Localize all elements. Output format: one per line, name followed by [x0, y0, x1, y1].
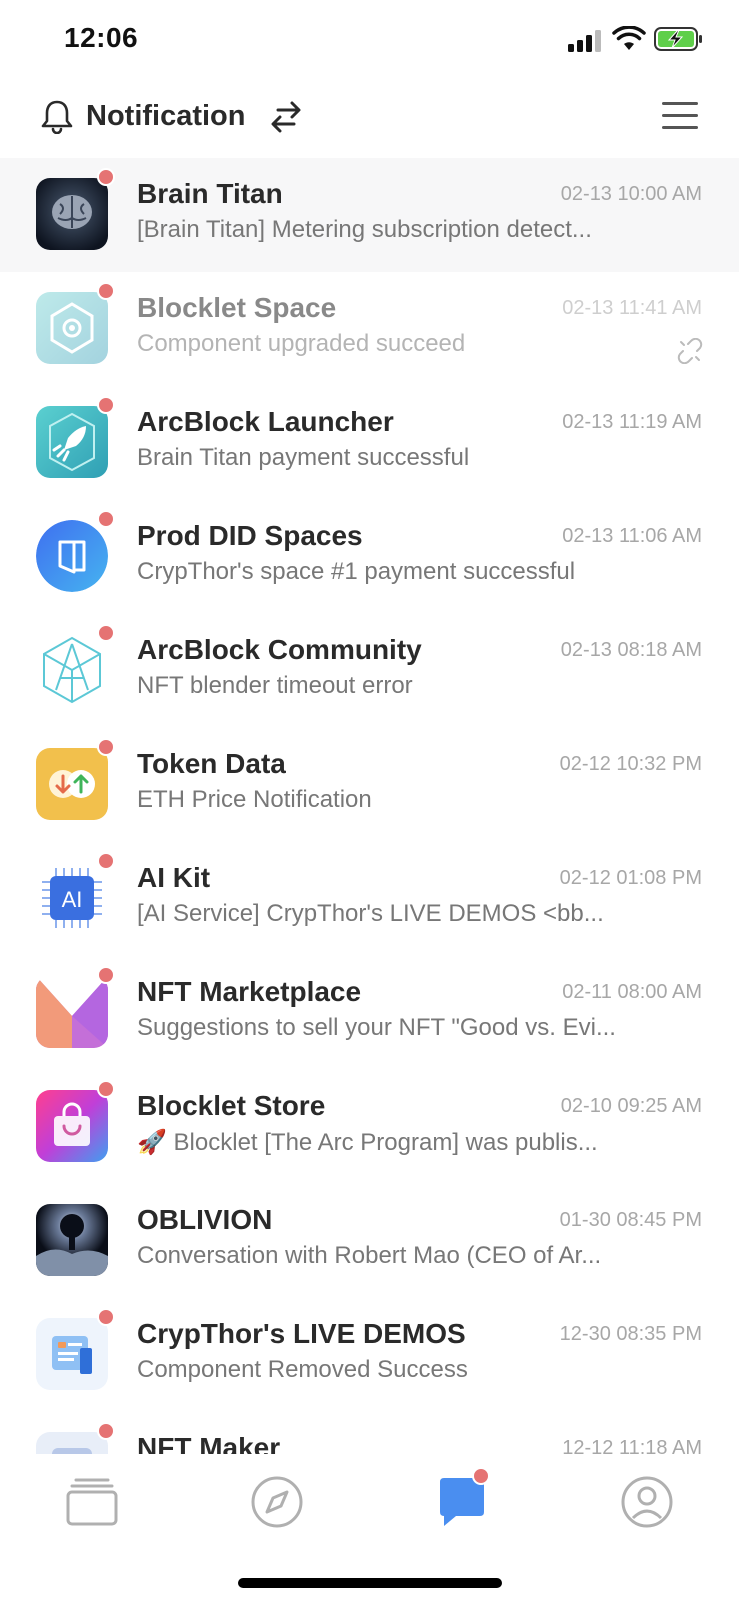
unread-dot [97, 396, 115, 414]
notification-list[interactable]: Brain Titan 02-13 10:00 AM [Brain Titan]… [0, 158, 739, 1454]
unread-dot [97, 510, 115, 528]
status-time: 12:06 [64, 22, 139, 53]
ai-chip-icon: AI [36, 862, 108, 934]
notification-preview: Suggestions to sell your NFT "Good vs. E… [137, 1014, 616, 1041]
unread-dot [97, 624, 115, 642]
hexagon-gear-icon [36, 292, 108, 364]
notification-time: 12-12 11:18 AM [562, 1437, 702, 1454]
notification-sender: OBLIVION [137, 1204, 273, 1235]
notification-time: 02-13 11:41 AM [562, 297, 702, 319]
home-indicator[interactable] [238, 1578, 502, 1588]
notification-time: 02-12 01:08 PM [559, 867, 702, 889]
notification-time: 02-13 11:06 AM [562, 525, 702, 547]
notification-preview: ETH Price Notification [137, 786, 372, 813]
arcblock-logo-icon [36, 634, 108, 706]
notification-row[interactable]: ArcBlock Community 02-13 08:18 AM NFT bl… [0, 614, 739, 728]
unread-dot [97, 1422, 115, 1440]
unread-dot [97, 282, 115, 300]
notification-sender: ArcBlock Launcher [137, 406, 394, 437]
swap-arrows-icon[interactable] [268, 98, 304, 134]
cellular-signal-icon [568, 30, 601, 52]
notification-preview: [AI Service] CrypThor's LIVE DEMOS <bb..… [137, 900, 604, 927]
notification-row[interactable]: Brain Titan 02-13 10:00 AM [Brain Titan]… [0, 158, 739, 272]
unread-dot [97, 738, 115, 756]
notification-row[interactable]: Token Data 02-12 10:32 PM ETH Price Noti… [0, 728, 739, 842]
notification-preview: Brain Titan payment successful [137, 444, 470, 471]
notification-sender: NFT Marketplace [137, 976, 362, 1007]
brain-icon [36, 178, 108, 250]
notification-preview: CrypThor's space #1 payment successful [137, 558, 576, 585]
battery-charging-icon [654, 27, 702, 51]
notification-preview: Component Removed Success [137, 1356, 468, 1383]
did-spaces-icon [36, 520, 108, 592]
notification-sender: NFT Maker [137, 1432, 281, 1454]
menu-icon[interactable] [660, 98, 700, 134]
notification-preview: 🚀 Blocklet [The Arc Program] was publis.… [137, 1129, 598, 1156]
notification-row[interactable]: NFT Maker 12-12 11:18 AM [0, 1412, 739, 1454]
notification-row[interactable]: Prod DID Spaces 02-13 11:06 AM CrypThor'… [0, 500, 739, 614]
bell-icon [41, 100, 73, 134]
notification-row[interactable]: CrypThor's LIVE DEMOS 12-30 08:35 PM Com… [0, 1298, 739, 1412]
notification-time: 01-30 08:45 PM [559, 1209, 702, 1231]
notification-sender: Prod DID Spaces [137, 520, 363, 551]
notification-row[interactable]: NFT Marketplace 02-11 08:00 AM Suggestio… [0, 956, 739, 1070]
cards-icon[interactable] [62, 1472, 122, 1532]
eclipse-icon [36, 1204, 108, 1276]
notification-row[interactable]: OBLIVION 01-30 08:45 PM Conversation wit… [0, 1184, 739, 1298]
notification-time: 02-13 10:00 AM [560, 183, 702, 205]
notification-time: 02-11 08:00 AM [562, 981, 702, 1003]
unread-dot [97, 1080, 115, 1098]
broken-link-icon [677, 338, 703, 364]
unread-dot [97, 168, 115, 186]
user-circle-icon[interactable] [617, 1472, 677, 1532]
compass-icon[interactable] [247, 1472, 307, 1532]
notification-sender: Blocklet Space [137, 292, 337, 323]
token-arrows-icon [36, 748, 108, 820]
notification-sender: CrypThor's LIVE DEMOS [137, 1318, 466, 1349]
notification-sender: ArcBlock Community [137, 634, 422, 665]
svg-text:AI: AI [62, 887, 83, 912]
shopping-bag-icon [36, 1090, 108, 1162]
unread-dot [97, 852, 115, 870]
unread-dot [97, 1308, 115, 1326]
notification-row[interactable]: Blocklet Store 02-10 09:25 AM 🚀 Blocklet… [0, 1070, 739, 1184]
notification-preview: Component upgraded succeed [137, 330, 466, 357]
notification-sender: Token Data [137, 748, 286, 779]
notification-time: 02-13 08:18 AM [560, 639, 702, 661]
notification-sender: AI Kit [137, 862, 211, 893]
notification-preview: [Brain Titan] Metering subscription dete… [137, 216, 592, 243]
notification-badge [472, 1467, 490, 1485]
page-title: Notification [86, 100, 246, 132]
wifi-icon [612, 26, 646, 50]
document-icon [36, 1318, 108, 1390]
notification-row[interactable]: Blocklet Space 02-13 11:41 AM Component … [0, 272, 739, 386]
status-bar: 12:06 [0, 0, 739, 80]
notification-row[interactable]: ArcBlock Launcher 02-13 11:19 AM Brain T… [0, 386, 739, 500]
notification-sender: Blocklet Store [137, 1090, 326, 1121]
notification-preview: Conversation with Robert Mao (CEO of Ar.… [137, 1242, 602, 1269]
notification-time: 02-12 10:32 PM [559, 753, 702, 775]
notification-time: 02-10 09:25 AM [560, 1095, 702, 1117]
notification-sender: Brain Titan [137, 178, 283, 209]
header: Notification [0, 90, 739, 152]
notification-time: 02-13 11:19 AM [562, 411, 702, 433]
notification-time: 12-30 08:35 PM [559, 1323, 702, 1345]
rocket-icon [36, 406, 108, 478]
notification-row[interactable]: AI AI Kit 02-12 01:08 PM [AI Service] Cr… [0, 842, 739, 956]
marketplace-logo-icon [36, 976, 108, 1048]
unread-dot [97, 966, 115, 984]
notification-preview: NFT blender timeout error [137, 672, 413, 699]
